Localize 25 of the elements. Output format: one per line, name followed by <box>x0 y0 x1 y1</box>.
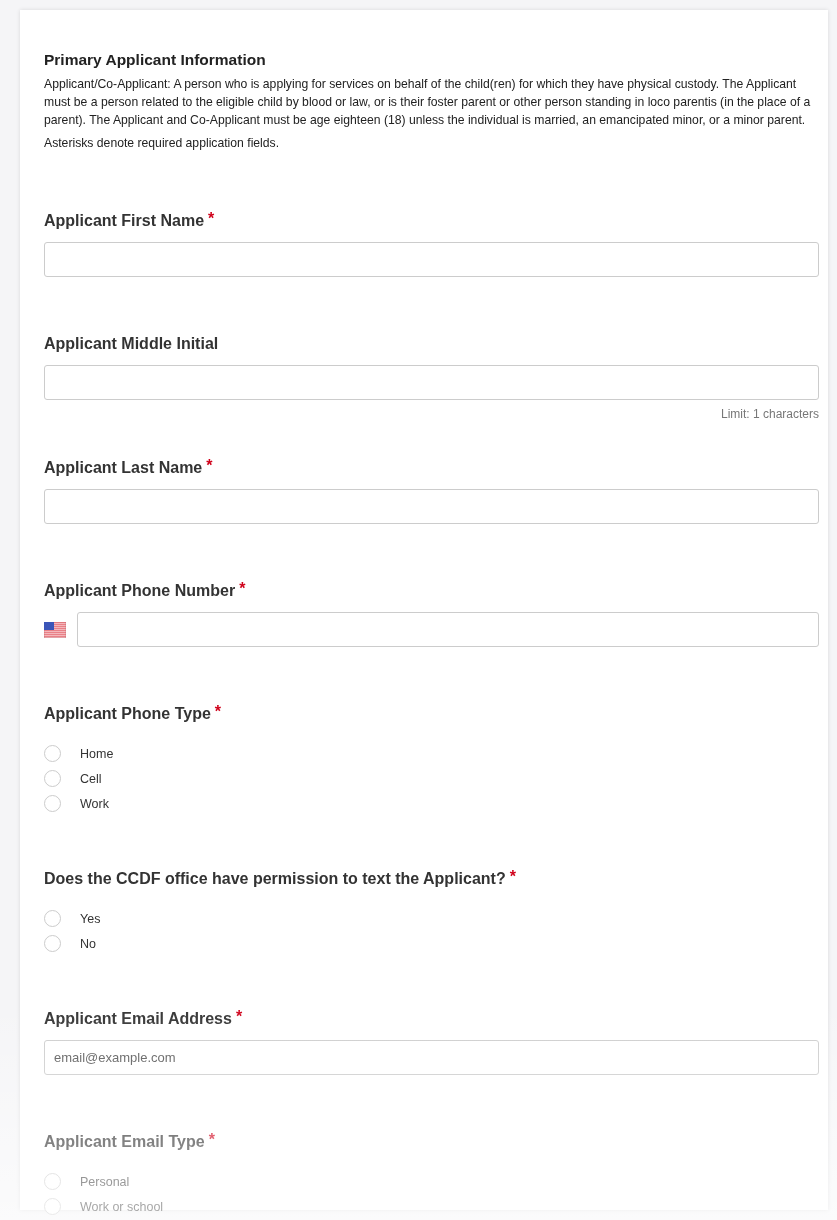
radio-option[interactable]: Work <box>44 795 819 812</box>
required-asterisk: * <box>239 582 246 596</box>
required-asterisk: * <box>214 705 222 719</box>
field-label: Does the CCDF office have permission to text the Applicant? <box>44 870 506 888</box>
field-label: Applicant Phone Type <box>44 705 211 723</box>
section-title: Primary Applicant Information <box>44 51 267 69</box>
field-label: Applicant Middle Initial <box>44 335 219 353</box>
required-asterisk: * <box>235 1010 243 1024</box>
required-asterisk: * <box>208 1133 215 1147</box>
radio-option[interactable]: Home <box>44 745 819 762</box>
radio-option[interactable]: No <box>44 935 819 952</box>
radio-option[interactable]: Cell <box>44 770 819 787</box>
section-description: Applicant/Co-Applicant: A person who is applying for services on behalf of the child(ren) for which they have physical custody. The Applicant must be a person related to the eligible child by blood or law, or is their foster parent or other person standing in loco parentis (in the place of a parent). The Applicant and Co-Applicant must be age eighteen (18) unless the individual is married, an emancipated minor, or a minor parent. <box>44 76 812 129</box>
required-asterisk: * <box>509 870 516 884</box>
text-field[interactable]: email@example.com <box>44 1040 819 1075</box>
required-asterisk: * <box>206 459 213 473</box>
field-label: Applicant Email Type <box>44 1133 205 1151</box>
field-label: Applicant Email Address <box>44 1010 232 1028</box>
radio-option[interactable]: Yes <box>44 910 819 927</box>
field-label: Applicant Phone Number <box>44 582 236 600</box>
required-note: Asterisks denote required application fields. <box>44 136 281 150</box>
character-limit-hint: Limit: 1 characters <box>719 407 819 421</box>
field-label: Applicant First Name <box>44 212 205 230</box>
field-label: Applicant Last Name <box>44 459 203 477</box>
required-asterisk: * <box>208 212 215 226</box>
